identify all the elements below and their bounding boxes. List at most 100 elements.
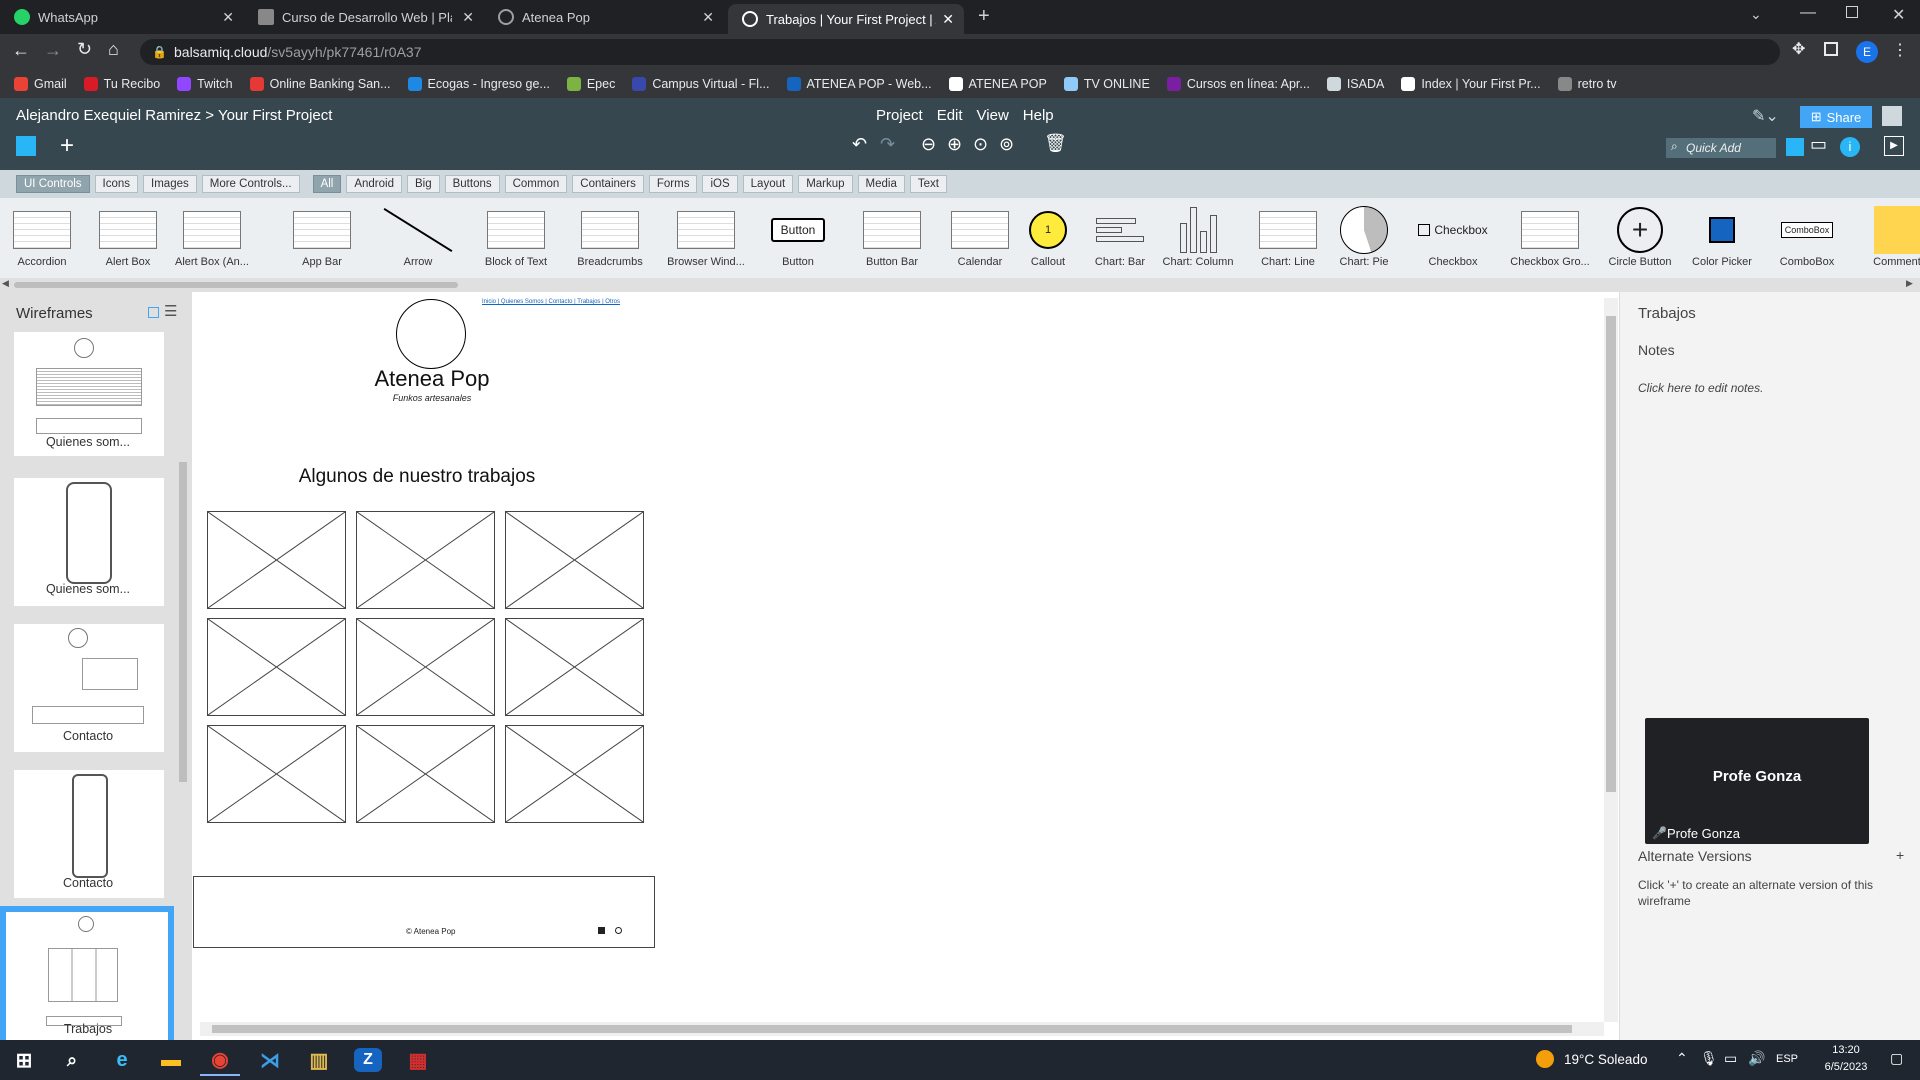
wireframe-canvas[interactable]: Inicio | Quienes Somos | Contacto | Trab… bbox=[192, 292, 1604, 1040]
minimize-icon[interactable]: — bbox=[1800, 4, 1816, 22]
side-panel-icon[interactable] bbox=[1824, 42, 1838, 56]
browser-tab[interactable]: WhatsApp ✕ bbox=[0, 0, 244, 34]
library-item[interactable]: Chart: Bar bbox=[1080, 204, 1160, 268]
close-icon[interactable]: ✕ bbox=[702, 9, 714, 26]
library-tab[interactable]: Android bbox=[346, 175, 402, 193]
library-tab[interactable]: Layout bbox=[742, 175, 794, 193]
grid-view-icon[interactable] bbox=[1786, 138, 1804, 156]
browser-tab[interactable]: Atenea Pop ✕ bbox=[484, 0, 724, 34]
menu-project[interactable]: Project bbox=[876, 107, 923, 124]
scrollbar-thumb[interactable] bbox=[179, 462, 187, 782]
bookmark-item[interactable]: Tu Recibo bbox=[83, 77, 160, 91]
library-item[interactable]: Arrow bbox=[378, 204, 458, 268]
library-item[interactable]: Checkbox Checkbox bbox=[1413, 204, 1493, 268]
bookmark-item[interactable]: ISADA bbox=[1326, 77, 1384, 91]
scroll-left-icon[interactable]: ◀ bbox=[2, 278, 9, 289]
profile-avatar[interactable]: E bbox=[1856, 41, 1878, 63]
bookmark-item[interactable]: ATENEA POP bbox=[948, 77, 1047, 91]
search-icon[interactable]: ⌕ bbox=[52, 1044, 92, 1076]
clock-time[interactable]: 13:20 bbox=[1820, 1044, 1872, 1056]
info-icon[interactable]: i bbox=[1840, 137, 1860, 157]
bookmark-item[interactable]: Twitch bbox=[177, 77, 233, 91]
bookmark-item[interactable]: TV ONLINE bbox=[1063, 77, 1150, 91]
notifications-icon[interactable]: ▢ bbox=[1890, 1050, 1903, 1067]
library-item[interactable]: Browser Wind... bbox=[666, 204, 746, 268]
library-item[interactable]: Button Bar bbox=[852, 204, 932, 268]
tray-chevron-icon[interactable]: ⌃ bbox=[1676, 1050, 1688, 1067]
zoom-fit-icon[interactable]: ⊚ bbox=[999, 134, 1014, 155]
image-placeholder[interactable] bbox=[505, 725, 644, 823]
library-item[interactable]: Alert Box (An... bbox=[172, 204, 252, 268]
edge-icon[interactable]: e bbox=[102, 1044, 142, 1076]
image-placeholder[interactable] bbox=[356, 511, 495, 609]
library-item[interactable]: Accordion bbox=[2, 204, 82, 268]
library-item[interactable]: Color Picker bbox=[1682, 204, 1762, 268]
library-tab[interactable]: More Controls... bbox=[201, 175, 300, 193]
menu-edit[interactable]: Edit bbox=[937, 107, 963, 124]
library-tab[interactable]: Containers bbox=[572, 175, 644, 193]
notes-input[interactable]: Click here to edit notes. bbox=[1638, 381, 1763, 395]
panel-scrollbar[interactable] bbox=[178, 332, 188, 1032]
image-placeholder[interactable] bbox=[505, 618, 644, 716]
volume-icon[interactable]: 🔊 bbox=[1748, 1050, 1765, 1067]
close-window-icon[interactable]: ✕ bbox=[1892, 5, 1905, 25]
bookmark-item[interactable]: Index | Your First Pr... bbox=[1401, 77, 1541, 91]
wireframe-thumbnail-selected[interactable] bbox=[6, 912, 168, 1040]
image-placeholder[interactable] bbox=[207, 511, 346, 609]
canvas-hscroll[interactable] bbox=[200, 1022, 1604, 1036]
zoom-actual-icon[interactable]: ⊙ bbox=[973, 134, 988, 155]
wireframe-name[interactable]: Contacto bbox=[0, 729, 176, 743]
library-tab[interactable]: Media bbox=[857, 175, 905, 193]
bookmark-item[interactable]: Campus Virtual - Fl... bbox=[632, 77, 770, 91]
comments-icon[interactable]: ▭ bbox=[1810, 134, 1827, 155]
chrome-icon[interactable]: ◉ bbox=[200, 1044, 240, 1076]
browser-tab[interactable]: Curso de Desarrollo Web | Platafo ✕ bbox=[244, 0, 484, 34]
library-item[interactable]: App Bar bbox=[282, 204, 362, 268]
present-icon[interactable]: ▶ bbox=[1884, 136, 1904, 156]
image-placeholder[interactable] bbox=[207, 618, 346, 716]
weather-text[interactable]: 19°C Soleado bbox=[1564, 1052, 1647, 1067]
library-item[interactable]: Chart: Column bbox=[1158, 204, 1238, 268]
logo-circle[interactable] bbox=[396, 299, 466, 369]
logo-subtitle[interactable]: Funkos artesanales bbox=[332, 393, 532, 403]
canvas-vscroll[interactable] bbox=[1604, 298, 1618, 1022]
library-item[interactable]: Button Button bbox=[758, 204, 838, 268]
redo-icon[interactable]: ↷ bbox=[880, 134, 895, 155]
panels-toggle-icon[interactable] bbox=[16, 136, 36, 156]
library-tab[interactable]: iOS bbox=[702, 175, 738, 193]
vscode-icon[interactable]: ⋊ bbox=[250, 1044, 290, 1076]
app-icon[interactable]: ▥ bbox=[299, 1044, 339, 1076]
winrar-icon[interactable]: ▦ bbox=[398, 1044, 438, 1076]
list-view-icon[interactable]: ☰ bbox=[164, 302, 177, 320]
image-placeholder[interactable] bbox=[356, 618, 495, 716]
bookmark-item[interactable]: retro tv bbox=[1557, 77, 1617, 91]
back-icon[interactable]: ← bbox=[12, 40, 30, 61]
share-button[interactable]: ⊞ Share bbox=[1800, 106, 1872, 128]
library-item[interactable]: ComboBox ComboBox bbox=[1767, 204, 1847, 268]
quick-add-input[interactable]: Quick Add bbox=[1666, 138, 1776, 158]
wireframe-title[interactable]: Trabajos bbox=[1638, 305, 1696, 322]
zoom-out-icon[interactable]: ⊖ bbox=[921, 134, 936, 155]
wireframe-name[interactable]: Contacto bbox=[0, 876, 176, 890]
wireframe-name[interactable]: Trabajos bbox=[0, 1022, 176, 1036]
reload-icon[interactable]: ↻ bbox=[77, 39, 92, 60]
user-avatar[interactable] bbox=[1882, 106, 1902, 126]
scrollbar-thumb[interactable] bbox=[212, 1025, 1572, 1033]
add-wireframe-icon[interactable]: + bbox=[60, 132, 74, 160]
bookmark-item[interactable]: Gmail bbox=[14, 77, 67, 91]
nav-links[interactable]: Inicio | Quienes Somos | Contacto | Trab… bbox=[482, 299, 620, 305]
library-tab[interactable]: Big bbox=[406, 175, 440, 193]
bookmark-item[interactable]: Epec bbox=[566, 77, 615, 91]
library-tab[interactable]: Buttons bbox=[444, 175, 500, 193]
tab-search-icon[interactable]: ⌄ bbox=[1750, 6, 1762, 23]
add-version-button[interactable]: + bbox=[1896, 847, 1904, 863]
footer-box[interactable]: © Atenea Pop bbox=[193, 876, 655, 948]
image-placeholder[interactable] bbox=[505, 511, 644, 609]
library-tab[interactable]: Markup bbox=[798, 175, 853, 193]
scrollbar-thumb[interactable] bbox=[14, 282, 458, 288]
library-item[interactable]: Chart: Pie bbox=[1324, 204, 1404, 268]
breadcrumb-owner[interactable]: Alejandro Exequiel Ramirez bbox=[16, 107, 201, 124]
library-item[interactable]: Block of Text bbox=[476, 204, 556, 268]
close-icon[interactable]: ✕ bbox=[462, 9, 474, 26]
home-icon[interactable]: ⌂ bbox=[108, 39, 119, 60]
